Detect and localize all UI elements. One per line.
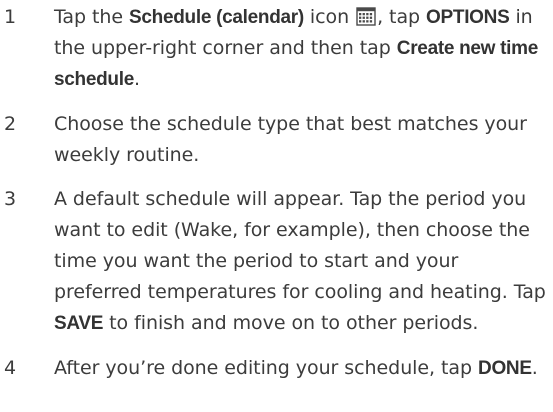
step-number: 1: [4, 6, 17, 28]
step-number: 3: [4, 188, 17, 210]
done-label: DONE: [478, 358, 532, 379]
schedule-calendar-label: Schedule (calendar): [129, 7, 304, 28]
step-text: Tap the Schedule (calendar) icon , tap O…: [54, 2, 548, 95]
step-text-segment: icon: [303, 6, 356, 28]
step-text-segment: .: [531, 357, 538, 379]
step-text-segment: to finish and move on to other periods.: [103, 312, 479, 334]
step-text-segment: Choose the schedule type that best match…: [54, 113, 527, 166]
save-label: SAVE: [54, 313, 104, 334]
step-number: 4: [4, 357, 17, 379]
step-text: A default schedule will appear. Tap the …: [54, 184, 548, 339]
step-text: Choose the schedule type that best match…: [54, 109, 548, 171]
step-text-segment: Tap the: [54, 6, 130, 28]
step-text: After you’re done editing your schedule,…: [54, 353, 548, 384]
step-text-segment: After you’re done editing your schedule,…: [54, 357, 479, 379]
step-text-segment: .: [133, 68, 140, 90]
step-text-segment: A default schedule will appear. Tap the …: [54, 188, 546, 303]
step-number: 2: [4, 113, 17, 135]
calendar-icon: [356, 5, 376, 26]
options-label: OPTIONS: [426, 7, 510, 28]
instruction-steps: 1 Tap the Schedule (calendar) icon , tap…: [0, 0, 553, 412]
step-text-segment: , tap: [377, 6, 427, 28]
